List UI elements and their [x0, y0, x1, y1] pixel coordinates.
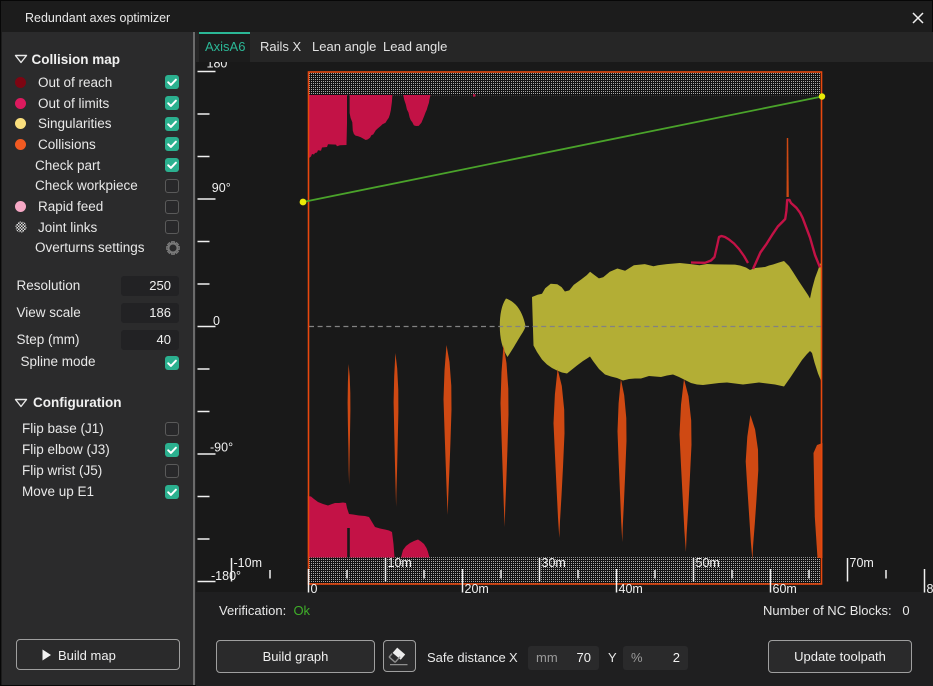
- svg-text:-90°: -90°: [210, 441, 233, 455]
- svg-text:50m: 50m: [696, 556, 720, 570]
- svg-text:70m: 70m: [850, 556, 874, 570]
- svg-text:10m: 10m: [388, 556, 412, 570]
- svg-text:180: 180: [207, 62, 228, 71]
- svg-text:-10m: -10m: [234, 556, 262, 570]
- svg-text:0: 0: [213, 314, 220, 328]
- svg-text:90°: 90°: [212, 181, 231, 195]
- svg-text:-180°: -180°: [211, 569, 241, 583]
- svg-text:30m: 30m: [542, 556, 566, 570]
